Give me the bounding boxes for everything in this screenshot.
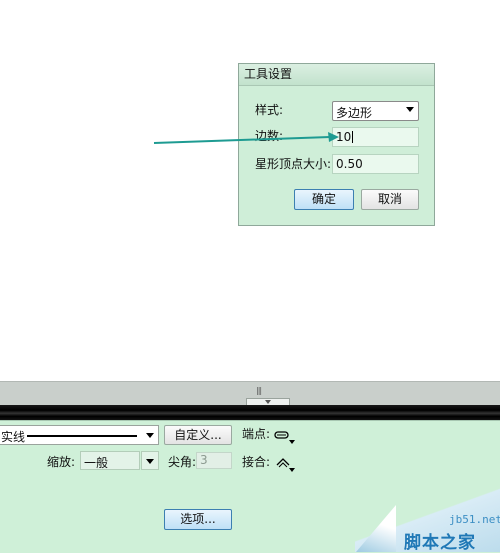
scale-value: 一般	[84, 456, 109, 470]
cap-style-icon[interactable]	[274, 430, 290, 440]
text-caret	[352, 131, 354, 143]
cap-label: 端点:	[242, 427, 271, 441]
star-point-size-label: 星形顶点大小:	[255, 157, 332, 171]
grip-icon: |||	[256, 386, 262, 395]
dialog-title: 工具设置	[239, 64, 434, 86]
watermark-url: jb51.net	[449, 513, 500, 526]
sides-label: 边数:	[255, 129, 284, 143]
panel-divider[interactable]: |||	[0, 381, 500, 406]
tool-settings-dialog: 工具设置 样式: 多边形 边数: 10 星形顶点大小: 0.50 确定 取消	[238, 63, 435, 226]
watermark-name: 脚本之家	[404, 533, 476, 553]
chevron-down-icon	[146, 459, 154, 464]
chevron-down-icon[interactable]	[289, 468, 295, 472]
options-button[interactable]: 选项...	[164, 509, 232, 530]
chevron-down-icon[interactable]	[289, 440, 295, 444]
miter-input[interactable]: 3	[196, 452, 232, 469]
custom-button[interactable]: 自定义...	[164, 425, 232, 445]
stroke-style-select[interactable]: 实线	[0, 425, 159, 445]
scale-select[interactable]: 一般	[80, 451, 140, 470]
star-point-size-value: 0.50	[336, 157, 363, 171]
chevron-down-icon	[146, 433, 154, 438]
join-style-icon[interactable]	[276, 456, 290, 468]
cancel-button[interactable]: 取消	[361, 189, 419, 210]
stroke-style-value: 实线	[1, 430, 26, 444]
chevron-down-icon	[406, 107, 414, 112]
style-select-value: 多边形	[336, 106, 373, 120]
scale-dropdown-button[interactable]	[141, 451, 159, 470]
timeline-strip	[0, 405, 500, 420]
scale-label: 缩放:	[47, 455, 76, 469]
sides-input[interactable]: 10	[332, 127, 419, 147]
ok-button[interactable]: 确定	[294, 189, 354, 210]
star-point-size-input[interactable]: 0.50	[332, 154, 419, 174]
style-select[interactable]: 多边形	[332, 101, 419, 121]
join-label: 接合:	[242, 455, 271, 469]
miter-label: 尖角:	[168, 455, 197, 469]
sides-input-value: 10	[336, 130, 352, 144]
style-label: 样式:	[255, 103, 284, 117]
stroke-preview-line	[27, 435, 137, 437]
